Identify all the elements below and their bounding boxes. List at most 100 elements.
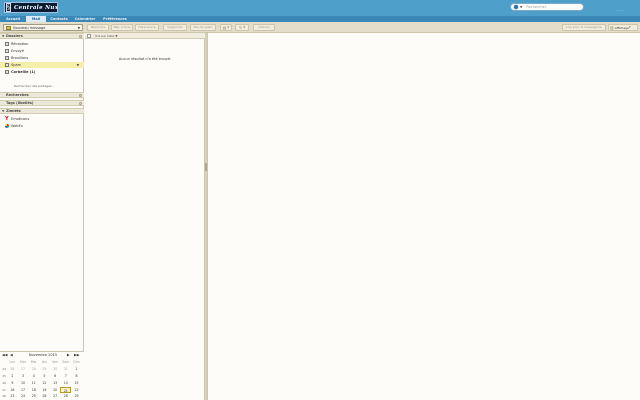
chevron-down-icon: ▼ [243,26,246,29]
gear-icon[interactable] [79,94,82,97]
calendar-day[interactable]: 24 [18,393,29,399]
calendar-day[interactable]: 17 [18,387,29,393]
calendar-day[interactable]: 26 [39,393,50,399]
reply-all-button[interactable]: Rép. à tous [111,24,133,31]
calendar-day[interactable]: 7 [60,373,71,379]
day-header: Sam [62,360,70,365]
calendar-day[interactable]: 2 [7,373,18,379]
zimlets-header[interactable]: ▼ Zimlets [0,108,84,114]
new-message-button[interactable]: Nouveau message ▼ [3,24,83,31]
delete-button[interactable]: Supprimer [163,24,187,31]
calendar-day[interactable]: 8 [71,373,82,379]
calendar-day[interactable]: 5 [39,373,50,379]
calendar-day[interactable]: 3 [18,373,29,379]
calendar-day[interactable]: 27 [50,393,61,399]
calendar-day[interactable]: 30 [50,366,61,372]
spam-icon [5,63,9,67]
tag-menu-button[interactable]: ✎ ▼ [235,24,249,31]
calendar-day[interactable]: 28 [28,366,39,372]
yahoo-emoticons-icon: Y [5,116,9,122]
searches-header[interactable]: Recherches [0,92,84,98]
calendar-day[interactable]: 16 [7,387,18,393]
calendar-day[interactable]: 23 [7,393,18,399]
gear-icon[interactable] [79,102,82,105]
search-input[interactable]: Rechercher [526,5,546,9]
calendar-day[interactable]: 1 [71,366,82,372]
calendar-day[interactable]: 20 [50,387,61,393]
sidebar-item-sent[interactable]: Envoyé [0,48,84,54]
calendar-day[interactable]: 31 [60,366,71,372]
calendar-day[interactable]: 15 [71,380,82,386]
user-name[interactable]: ........... [616,9,625,12]
calendar-day[interactable]: 10 [18,380,29,386]
sidebar-item-drafts[interactable]: Brouillons [0,55,84,61]
calendar-day[interactable]: 29 [39,366,50,372]
print-menu-button[interactable]: ▤ ▼ [220,24,232,31]
chevron-down-icon[interactable]: ▼ [78,26,80,30]
zimlet-label: WebEx [11,124,23,128]
print-icon: ▤ [222,25,227,30]
day-header: Dim [73,360,80,365]
search-box[interactable]: ▼ Rechercher [510,3,584,11]
day-header: Mer [30,360,37,365]
trash-icon [5,70,9,74]
sort-label: Trié par Date [95,33,115,38]
calendar-day[interactable]: 9 [7,380,18,386]
calendar-grid: Lun Mar Mer Jeu Ven Sam Dim 44 26 27 28 … [0,359,84,400]
logo-text: Centrale Nux [14,4,59,11]
calendar-day[interactable]: 27 [18,366,29,372]
actions-button[interactable]: Actions [253,24,275,31]
view-button[interactable]: Lire pour la messagerie [562,24,606,31]
calendar-day[interactable]: 25 [28,393,39,399]
sidebar-item-trash[interactable]: Corbeille (1) [0,69,84,75]
forward-button[interactable]: Faire suivre [135,24,159,31]
folder-label: Brouillons [11,56,29,60]
tags-header[interactable]: Tags (libellés) [0,100,84,106]
calendar-day[interactable]: 19 [39,387,50,393]
chevron-down-icon: ▼ [628,26,631,29]
sidebar-item-spam[interactable]: Spam ▼ [0,62,84,68]
calendar-day[interactable]: 13 [50,380,61,386]
calendar-day[interactable]: 28 [60,393,71,399]
calendar-day[interactable]: 6 [50,373,61,379]
reply-button[interactable]: Répondre [87,24,109,31]
calendar-day[interactable]: 14 [60,380,71,386]
calendar-day[interactable]: 22 [71,387,82,393]
gear-icon[interactable] [79,35,82,38]
next-month-icon[interactable]: ▶ [67,353,70,357]
webex-icon [5,124,9,128]
searches-title: Recherches [6,93,29,97]
calendar-day[interactable]: 29 [71,393,82,399]
calendar-week-row: 45 2 3 4 5 6 7 8 [0,373,84,380]
calendar-day[interactable]: 12 [39,380,50,386]
prev-month-icon[interactable]: ◀ [10,353,13,357]
select-all-checkbox[interactable] [87,33,91,38]
empty-results-message: Aucun résultat n'a été trouvé. [118,57,172,61]
sidebar-item-inbox[interactable]: Réception [0,41,84,47]
calendar-day-today[interactable]: 21 [60,386,72,393]
zimlet-webex[interactable]: WebEx [0,123,84,129]
find-shares-link[interactable]: Rechercher des partages... [14,84,54,88]
calendar-day[interactable]: 26 [7,366,18,372]
calendar-day[interactable]: 11 [28,380,39,386]
folders-header[interactable]: ▼ Dossiers [0,33,84,39]
calendar-month-title[interactable]: Novembre 2015 [26,353,60,357]
reading-pane-button[interactable]: ▥ Affichage ▼ [608,24,638,31]
next-year-icon[interactable]: ▶▶ [74,353,79,357]
not-spam-button[interactable]: Pas de spam [190,24,216,31]
day-header: Mar [20,360,27,365]
chevron-down-icon[interactable]: ▼ [77,63,79,67]
sort-by-date-button[interactable]: Trié par Date ▼ [95,34,118,38]
calendar-day[interactable]: 4 [28,373,39,379]
envelope-icon [6,25,11,30]
calendar-day[interactable]: 18 [28,387,39,393]
prev-year-icon[interactable]: ◀◀ [2,353,7,357]
tag-icon: ✎ [238,25,243,30]
mail-toolbar: Nouveau message ▼ Répondre Rép. à tous F… [0,22,640,33]
search-type-icon[interactable] [513,4,519,10]
app-logo[interactable]: § Centrale Nux [4,2,58,13]
zimlet-emoticons[interactable]: Y Emoticons [0,116,84,122]
folder-label: Corbeille (1) [11,70,36,74]
day-header: Ven [52,360,59,365]
chevron-down-icon[interactable]: ▼ [520,5,522,9]
